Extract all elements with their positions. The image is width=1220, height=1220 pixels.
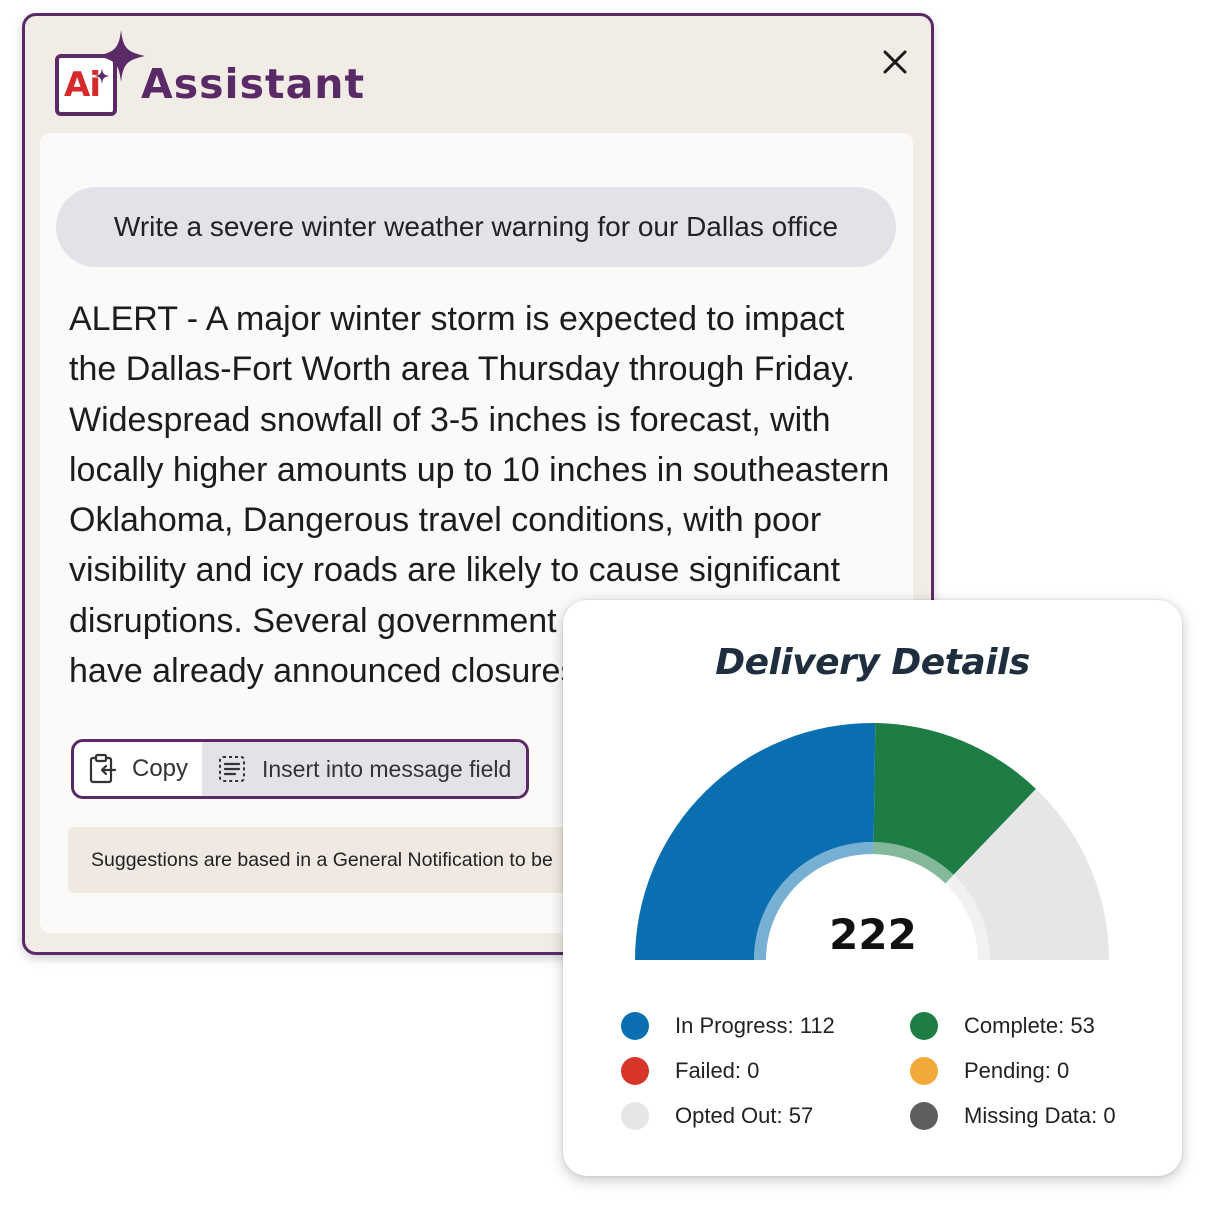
assistant-title: Assistant	[141, 60, 366, 108]
legend-label: Complete: 53	[964, 1013, 1095, 1038]
legend-in-progress: In Progress: 112	[621, 1012, 835, 1040]
clipboard-icon	[89, 753, 117, 784]
copy-label: Copy	[132, 755, 189, 782]
response-line: locally higher amounts up to 10 inches i…	[69, 450, 890, 489]
gauge-total-count: 222	[829, 910, 917, 959]
legend-dot	[621, 1012, 649, 1040]
legend-label: Opted Out: 57	[675, 1103, 814, 1128]
legend-label: Missing Data: 0	[964, 1103, 1116, 1128]
response-line: ALERT - A major winter storm is expected…	[69, 300, 845, 338]
response-actions: Copy Insert into message field	[71, 739, 529, 799]
response-line: the Dallas-Fort Worth area Thursday thro…	[69, 350, 856, 389]
copy-button[interactable]: Copy	[74, 742, 202, 796]
insert-into-message-button[interactable]: Insert into message field	[202, 742, 526, 796]
insert-label: Insert into message field	[262, 755, 512, 782]
response-line: Oklahoma, Dangerous travel conditions, w…	[69, 501, 822, 540]
legend-pending: Pending: 0	[910, 1057, 1069, 1085]
insert-text-icon	[219, 756, 245, 782]
response-line: visibility and icy roads are likely to c…	[69, 551, 841, 590]
response-line: Widespread snowfall of 3-5 inches is for…	[69, 400, 831, 439]
legend-complete: Complete: 53	[910, 1012, 1095, 1040]
legend-dot	[910, 1102, 938, 1130]
close-button[interactable]	[877, 44, 913, 80]
close-icon	[883, 50, 907, 74]
legend-failed: Failed: 0	[621, 1057, 759, 1085]
legend-label: Pending: 0	[964, 1058, 1070, 1083]
legend-label: In Progress: 112	[675, 1013, 835, 1038]
legend-opted-out: Opted Out: 57	[621, 1102, 813, 1130]
legend-dot	[910, 1012, 938, 1040]
legend-label: Failed: 0	[675, 1058, 760, 1083]
ai-logo: Ai	[49, 28, 149, 128]
small-sparkle-icon	[94, 68, 110, 84]
legend-dot	[910, 1057, 938, 1085]
legend-missing-data: Missing Data: 0	[910, 1102, 1116, 1130]
delivery-details-card: Delivery Details 222 In Progress: 112 Co…	[563, 600, 1182, 1176]
legend-dot	[621, 1102, 649, 1130]
user-prompt-bubble: Write a severe winter weather warning fo…	[56, 187, 896, 267]
legend-dot	[621, 1057, 649, 1085]
